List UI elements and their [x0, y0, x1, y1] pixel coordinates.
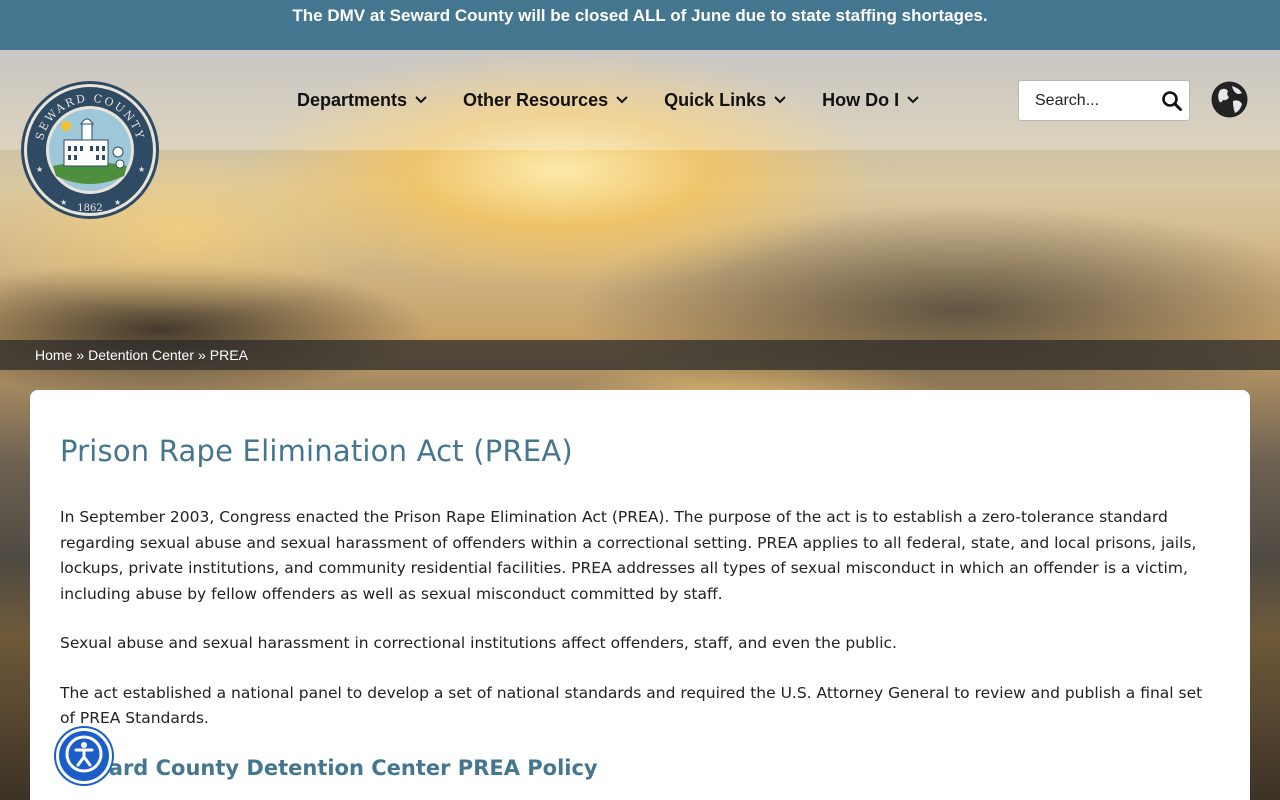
chevron-down-icon [774, 96, 786, 104]
accessibility-icon [64, 734, 104, 779]
globe-icon[interactable] [1211, 81, 1248, 118]
nav-item-other-resources[interactable]: Other Resources [463, 86, 628, 114]
chevron-down-icon [616, 96, 628, 104]
nav-item-label: Departments [297, 89, 408, 110]
breadcrumb-home[interactable]: Home [35, 347, 72, 363]
nav-item-label: How Do I [822, 89, 900, 110]
chevron-down-icon [907, 96, 919, 104]
search-input[interactable] [1035, 82, 1165, 119]
nav-item-quick-links[interactable]: Quick Links [664, 86, 786, 114]
main-nav: Departments Other Resources Quick Links … [297, 86, 955, 114]
paragraph: The act established a national panel to … [60, 683, 1203, 728]
svg-text:1862: 1862 [77, 203, 102, 214]
announcement-text: The DMV at Seward County will be closed … [292, 6, 988, 25]
breadcrumb-detention-center[interactable]: Detention Center [88, 347, 194, 363]
breadcrumb: Home» Detention Center» PREA [0, 340, 1280, 370]
paragraph: In September 2003, Congress enacted the … [60, 508, 1197, 603]
nav-item-label: Other Resources [463, 89, 609, 110]
search-box [1018, 80, 1190, 121]
breadcrumb-separator: » [198, 347, 206, 363]
section-heading: Seward County Detention Center PREA Poli… [60, 755, 598, 780]
content-card: Prison Rape Elimination Act (PREA) In Se… [30, 390, 1250, 800]
nav-item-label: Quick Links [664, 89, 767, 110]
accessibility-button[interactable] [56, 728, 112, 784]
svg-text:★: ★ [138, 165, 145, 174]
nav-item-departments[interactable]: Departments [297, 86, 427, 114]
page-title: Prison Rape Elimination Act (PREA) [60, 434, 573, 468]
county-seal-logo[interactable]: SEWARD COUNTY 1862 ★ ★ ★ ★ [20, 80, 160, 220]
paragraph: Sexual abuse and sexual harassment in co… [60, 634, 897, 652]
breadcrumb-separator: » [76, 347, 85, 363]
breadcrumb-current: PREA [209, 347, 248, 363]
chevron-down-icon [415, 96, 427, 104]
search-icon[interactable] [1161, 90, 1183, 112]
svg-text:★: ★ [60, 198, 67, 207]
announcement-bar: The DMV at Seward County will be closed … [0, 0, 1280, 50]
svg-text:★: ★ [114, 198, 121, 207]
nav-item-how-do-i[interactable]: How Do I [822, 86, 919, 114]
svg-text:★: ★ [36, 165, 43, 174]
